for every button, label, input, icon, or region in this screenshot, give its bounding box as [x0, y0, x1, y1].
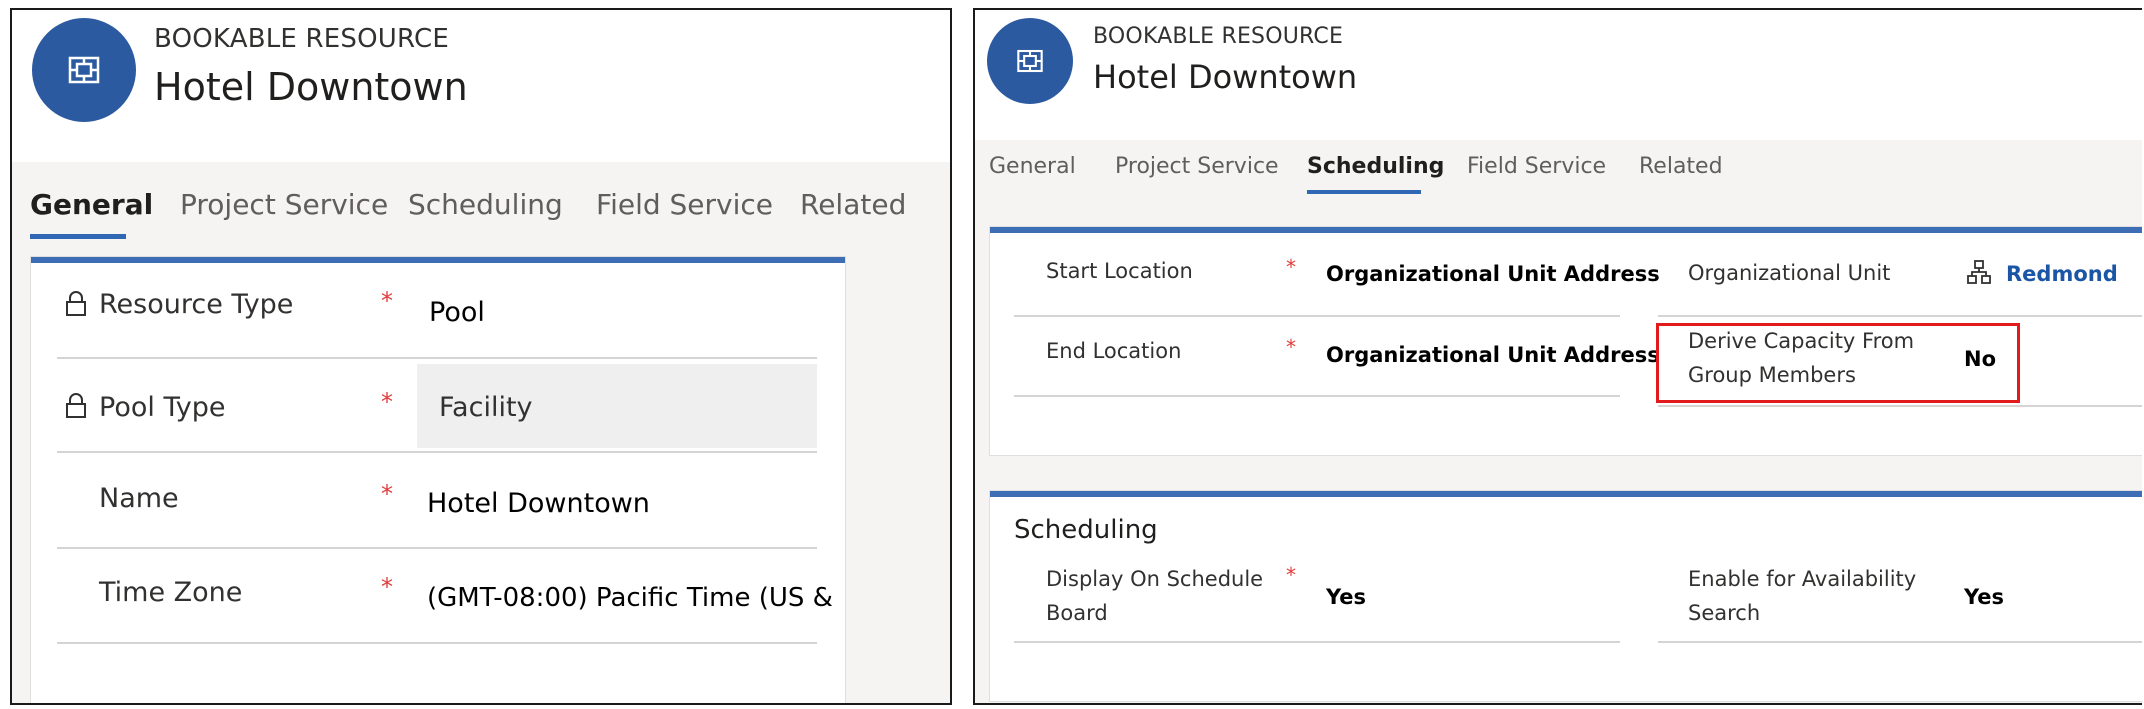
org-hierarchy-icon	[1967, 260, 1991, 284]
left-form-body: General Project Service Scheduling Field…	[12, 162, 950, 703]
availability-search-label-line1: Enable for Availability	[1688, 567, 1917, 591]
pool-type-value[interactable]: Facility	[439, 392, 533, 423]
organizational-unit-link[interactable]: Redmond	[2006, 262, 2118, 286]
tab-general[interactable]: General	[30, 188, 153, 221]
right-form-panel: BOOKABLE RESOURCE Hotel Downtown General…	[973, 8, 2142, 705]
resource-type-label: Resource Type	[99, 289, 294, 320]
required-marker: *	[381, 388, 393, 416]
tab-scheduling[interactable]: Scheduling	[408, 188, 563, 221]
row-divider	[57, 642, 817, 644]
right-record-avatar	[987, 18, 1073, 104]
bookable-resource-icon	[1017, 49, 1043, 73]
lock-icon	[66, 393, 86, 418]
organizational-unit-label: Organizational Unit	[1688, 261, 1891, 285]
display-on-board-value[interactable]: Yes	[1326, 585, 1366, 609]
right-form-body: General Project Service Scheduling Field…	[975, 140, 2142, 703]
end-location-label: End Location	[1046, 339, 1182, 363]
tab-field-service[interactable]: Field Service	[1467, 154, 1606, 179]
row-divider	[1658, 315, 2142, 317]
resource-type-value[interactable]: Pool	[429, 297, 485, 328]
scheduling-section-card: Scheduling Display On Schedule Board * Y…	[989, 490, 2142, 702]
general-section-card: Resource Type * Pool Pool Type * Facilit…	[30, 256, 846, 703]
right-form-header: BOOKABLE RESOURCE Hotel Downtown	[975, 10, 2142, 140]
location-section-card: Start Location * Organizational Unit Add…	[989, 226, 2142, 456]
tab-related[interactable]: Related	[1639, 154, 1723, 179]
entity-label: BOOKABLE RESOURCE	[154, 24, 449, 54]
entity-label: BOOKABLE RESOURCE	[1093, 24, 1344, 49]
left-form-header: BOOKABLE RESOURCE Hotel Downtown	[12, 10, 950, 162]
name-value[interactable]: Hotel Downtown	[427, 488, 650, 519]
required-marker: *	[1286, 563, 1296, 587]
required-marker: *	[1286, 335, 1296, 359]
left-form-panel: BOOKABLE RESOURCE Hotel Downtown General…	[10, 8, 952, 705]
name-label: Name	[99, 483, 179, 514]
scheduling-section-title: Scheduling	[1014, 515, 1158, 545]
availability-search-value[interactable]: Yes	[1964, 585, 2004, 609]
row-divider	[1014, 641, 1620, 643]
bookable-resource-icon	[68, 56, 100, 84]
row-divider	[57, 357, 817, 359]
end-location-value[interactable]: Organizational Unit Address	[1326, 343, 1660, 367]
row-divider	[1658, 405, 2142, 407]
tab-related[interactable]: Related	[800, 188, 906, 221]
derive-capacity-label-line1: Derive Capacity From	[1688, 329, 1915, 353]
required-marker: *	[381, 287, 393, 315]
display-on-board-label-line1: Display On Schedule	[1046, 567, 1264, 591]
lock-icon	[66, 291, 86, 316]
start-location-value[interactable]: Organizational Unit Address	[1326, 262, 1660, 286]
pool-type-label: Pool Type	[99, 392, 226, 423]
tab-project-service[interactable]: Project Service	[1115, 154, 1279, 179]
display-on-board-label-line2: Board	[1046, 601, 1108, 625]
tab-field-service[interactable]: Field Service	[596, 188, 773, 221]
time-zone-label: Time Zone	[99, 577, 243, 608]
tab-general[interactable]: General	[989, 154, 1076, 179]
required-marker: *	[381, 480, 393, 508]
left-record-avatar	[32, 18, 136, 122]
active-tab-indicator	[1307, 190, 1421, 194]
section-accent-bar	[990, 491, 2142, 497]
row-divider	[1658, 641, 2142, 643]
row-divider	[1014, 315, 1620, 317]
derive-capacity-value[interactable]: No	[1964, 347, 1996, 371]
start-location-label: Start Location	[1046, 259, 1193, 283]
record-title: Hotel Downtown	[1093, 58, 1358, 96]
derive-capacity-label-line2: Group Members	[1688, 363, 1856, 387]
tab-project-service[interactable]: Project Service	[180, 188, 388, 221]
active-tab-indicator	[30, 234, 126, 239]
required-marker: *	[1286, 255, 1296, 279]
tab-scheduling[interactable]: Scheduling	[1307, 154, 1444, 179]
row-divider	[57, 451, 817, 453]
time-zone-value[interactable]: (GMT-08:00) Pacific Time (US &	[427, 583, 833, 613]
section-accent-bar	[31, 257, 845, 263]
availability-search-label-line2: Search	[1688, 601, 1761, 625]
row-divider	[1014, 395, 1620, 397]
section-accent-bar	[990, 227, 2142, 233]
row-divider	[57, 547, 817, 549]
required-marker: *	[381, 573, 393, 601]
record-title: Hotel Downtown	[154, 65, 468, 109]
